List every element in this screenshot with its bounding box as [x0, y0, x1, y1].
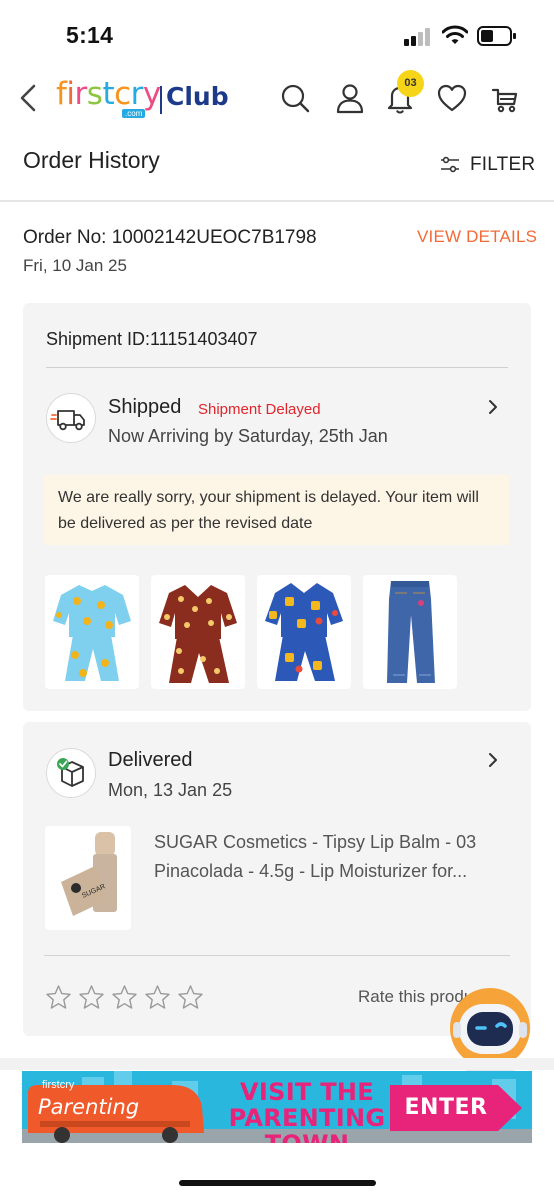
shipped-status: Shipped	[108, 396, 182, 418]
wifi-icon	[442, 25, 468, 44]
view-details-link[interactable]: VIEW DETAILS	[417, 227, 537, 247]
app-header: firstcry .com Club 03	[0, 64, 554, 134]
shipment-delayed-badge: Shipment Delayed	[198, 401, 321, 418]
enter-button-label: ENTER	[404, 1095, 488, 1120]
product-name[interactable]: SUGAR Cosmetics - Tipsy Lip Balm - 03 Pi…	[154, 828, 514, 886]
order-date: Fri, 10 Jan 25	[23, 256, 127, 275]
firstcry-wordmark: firstcry	[56, 76, 161, 112]
banner-brand-small: firstcry	[42, 1079, 75, 1091]
home-indicator[interactable]	[179, 1180, 376, 1186]
star-icon[interactable]	[111, 984, 138, 1011]
back-button[interactable]	[14, 80, 44, 116]
banner-brand: Parenting	[38, 1095, 140, 1119]
chevron-right-icon[interactable]	[485, 398, 501, 416]
order-history-bar: Order History FILTER	[0, 134, 554, 202]
delivered-box-icon	[46, 748, 96, 798]
item-thumbnail[interactable]	[45, 575, 139, 689]
divider	[44, 955, 510, 956]
item-thumbnail[interactable]	[363, 575, 457, 689]
arrival-estimate: Now Arriving by Saturday, 25th Jan	[108, 426, 388, 446]
status-bar: 5:14	[0, 0, 554, 64]
logo-divider	[160, 86, 162, 114]
item-thumbnail[interactable]	[257, 575, 351, 689]
cart-icon[interactable]	[490, 82, 522, 114]
wishlist-heart-icon[interactable]	[436, 82, 468, 114]
lip-balm-thumbnail[interactable]: SUGAR	[45, 826, 131, 930]
star-icon[interactable]	[177, 984, 204, 1011]
delivered-status: Delivered	[108, 749, 193, 771]
shipping-truck-icon	[46, 393, 96, 443]
star-icon[interactable]	[45, 984, 72, 1011]
order-number: Order No: 10002142UEOC7B1798	[23, 227, 317, 248]
firstcry-club-logo[interactable]: firstcry .com Club	[56, 76, 236, 124]
filter-label: FILTER	[470, 154, 536, 175]
account-icon[interactable]	[334, 82, 366, 114]
banner-headline: VISIT THE PARENTING TOWN	[228, 1078, 386, 1143]
delivered-date: Mon, 13 Jan 25	[108, 780, 233, 800]
cellular-signal-icon	[404, 28, 432, 46]
battery-icon	[477, 26, 516, 46]
shipment-card: Shipment ID:11151403407 Shipped Shipment…	[23, 303, 531, 711]
divider	[46, 367, 508, 368]
club-wordmark: Club	[166, 82, 229, 111]
status-time: 5:14	[66, 22, 114, 48]
notification-count-badge: 03	[397, 70, 424, 97]
filter-button[interactable]: FILTER	[440, 150, 535, 180]
star-icon[interactable]	[144, 984, 171, 1011]
chevron-right-icon[interactable]	[485, 751, 501, 769]
logo-com-tag: .com	[122, 109, 146, 118]
item-thumbnail[interactable]	[151, 575, 245, 689]
search-icon[interactable]	[279, 82, 311, 114]
filter-sliders-icon	[441, 156, 459, 173]
rating-stars[interactable]	[45, 984, 204, 1011]
parenting-town-banner[interactable]: firstcry Parenting VISIT THE PARENTING T…	[22, 1071, 532, 1143]
shipment-id: Shipment ID:11151403407	[46, 329, 258, 349]
delay-apology-note: We are really sorry, your shipment is de…	[44, 475, 509, 545]
enter-button[interactable]: ENTER	[390, 1085, 522, 1131]
star-icon[interactable]	[78, 984, 105, 1011]
page-title: Order History	[23, 147, 160, 173]
section-separator	[0, 1058, 554, 1070]
shipment-item-thumbnails	[45, 575, 515, 689]
